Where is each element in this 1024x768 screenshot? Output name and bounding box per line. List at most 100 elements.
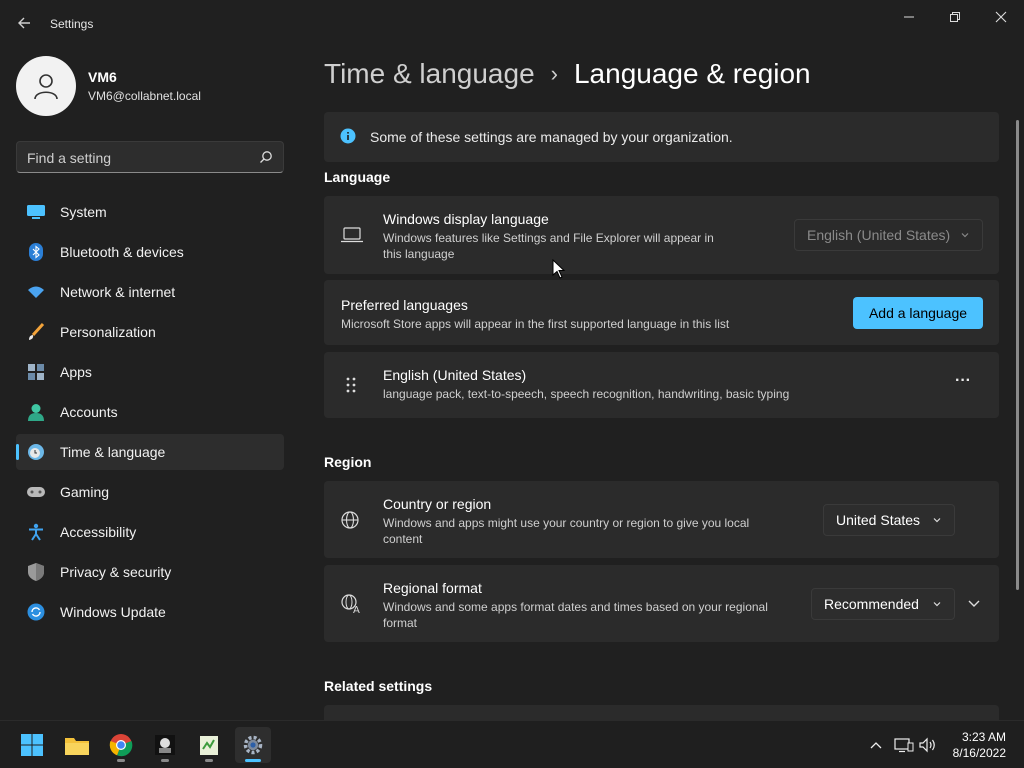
- regional-format-subtitle: Windows and some apps format dates and t…: [383, 600, 768, 630]
- app-icon: [155, 735, 175, 755]
- chevron-right-icon: ›: [550, 61, 558, 86]
- language-list-item[interactable]: English (United States) language pack, t…: [324, 352, 999, 418]
- breadcrumb-parent-link[interactable]: Time & language: [324, 58, 535, 90]
- running-indicator: [117, 759, 125, 762]
- update-icon: [26, 602, 46, 622]
- laptop-icon: [341, 227, 363, 243]
- display-language-subtitle: Windows features like Settings and File …: [383, 231, 714, 261]
- display-language-value: English (United States): [807, 227, 951, 243]
- display-language-dropdown[interactable]: English (United States): [794, 219, 983, 251]
- close-button[interactable]: [978, 6, 1024, 28]
- back-button[interactable]: [14, 12, 36, 34]
- network-status-button[interactable]: [894, 735, 914, 755]
- sidebar-item-label: Network & internet: [60, 284, 176, 300]
- sidebar-item-accessibility[interactable]: Accessibility: [16, 514, 284, 550]
- search-input[interactable]: Find a setting: [16, 141, 284, 173]
- bluetooth-icon: [26, 242, 46, 262]
- restore-button[interactable]: [932, 6, 978, 28]
- regional-format-card[interactable]: A Regional format Windows and some apps …: [324, 565, 999, 642]
- page-title: Language & region: [573, 58, 811, 89]
- chevron-up-icon: [870, 742, 882, 749]
- chevron-down-icon: [933, 602, 941, 607]
- language-entry-title: English (United States): [383, 367, 527, 383]
- section-title-related: Related settings: [324, 678, 433, 694]
- svg-text:A: A: [353, 605, 360, 614]
- country-region-dropdown[interactable]: United States: [823, 504, 955, 536]
- system-clock[interactable]: 3:23 AM 8/16/2022: [953, 729, 1006, 761]
- running-indicator: [205, 759, 213, 762]
- wifi-icon: [26, 282, 46, 302]
- gear-icon: [243, 735, 263, 755]
- add-language-button[interactable]: Add a language: [853, 297, 983, 329]
- shield-icon: [26, 562, 46, 582]
- taskbar-file-explorer[interactable]: [59, 727, 95, 763]
- taskbar-app-5[interactable]: [191, 727, 227, 763]
- section-title-region: Region: [324, 454, 372, 470]
- active-indicator: [245, 759, 261, 762]
- regional-format-dropdown[interactable]: Recommended: [811, 588, 955, 620]
- globe-icon: [341, 511, 359, 529]
- drag-handle-icon[interactable]: [346, 377, 356, 393]
- sidebar-item-label: Gaming: [60, 484, 110, 500]
- user-profile[interactable]: VM6 VM6@collabnet.local: [16, 56, 201, 116]
- minimize-icon: [904, 16, 914, 18]
- clock-globe-icon: [26, 442, 46, 462]
- avatar: [16, 56, 76, 116]
- back-arrow-icon: [18, 17, 30, 29]
- brush-icon: [26, 322, 46, 342]
- sidebar-item-label: Accounts: [60, 404, 118, 420]
- title-bar: Settings: [0, 0, 1024, 48]
- sidebar-item-label: Bluetooth & devices: [60, 244, 184, 260]
- chrome-icon: [109, 734, 133, 757]
- sidebar-item-accounts[interactable]: Accounts: [16, 394, 284, 430]
- sidebar-item-label: Apps: [60, 364, 92, 380]
- sidebar-item-label: Personalization: [60, 324, 156, 340]
- display-language-title: Windows display language: [383, 211, 549, 227]
- taskbar-app-4[interactable]: [147, 727, 183, 763]
- regional-format-title: Regional format: [383, 580, 482, 596]
- show-hidden-icons-button[interactable]: [866, 735, 886, 755]
- sidebar-item-label: Privacy & security: [60, 564, 172, 580]
- notepad-icon: [200, 736, 218, 755]
- start-button[interactable]: [14, 727, 50, 763]
- sidebar-item-windows-update[interactable]: Windows Update: [16, 594, 284, 630]
- mouse-cursor-icon: [552, 259, 566, 279]
- more-options-button[interactable]: ···: [946, 372, 980, 396]
- profile-email: VM6@collabnet.local: [88, 89, 201, 103]
- restore-icon: [950, 12, 960, 22]
- sidebar-item-system[interactable]: System: [16, 194, 284, 230]
- system-icon: [26, 202, 46, 222]
- sidebar-item-privacy[interactable]: Privacy & security: [16, 554, 284, 590]
- taskbar-chrome[interactable]: [103, 727, 139, 763]
- country-region-subtitle: Windows and apps might use your country …: [383, 516, 750, 546]
- sidebar-item-gaming[interactable]: Gaming: [16, 474, 284, 510]
- sidebar-item-time-language[interactable]: Time & language: [16, 434, 284, 470]
- minimize-button[interactable]: [886, 6, 932, 28]
- sidebar-item-label: Accessibility: [60, 524, 137, 540]
- sidebar-item-network[interactable]: Network & internet: [16, 274, 284, 310]
- preferred-languages-card: Preferred languages Microsoft Store apps…: [324, 280, 999, 345]
- notice-text: Some of these settings are managed by yo…: [370, 129, 733, 145]
- person-icon: [34, 74, 58, 100]
- display-language-card: Windows display language Windows feature…: [324, 196, 999, 274]
- language-entry-subtitle: language pack, text-to-speech, speech re…: [383, 387, 790, 401]
- sidebar-item-apps[interactable]: Apps: [16, 354, 284, 390]
- sidebar-item-personalization[interactable]: Personalization: [16, 314, 284, 350]
- expand-chevron-icon[interactable]: [967, 598, 981, 610]
- sidebar-item-label: System: [60, 204, 107, 220]
- apps-icon: [26, 362, 46, 382]
- volume-button[interactable]: [918, 735, 938, 755]
- sidebar-item-label: Time & language: [60, 444, 166, 460]
- taskbar-settings[interactable]: [235, 727, 271, 763]
- app-title: Settings: [50, 17, 94, 31]
- clock-time: 3:23 AM: [961, 730, 1006, 744]
- sidebar-item-bluetooth[interactable]: Bluetooth & devices: [16, 234, 284, 270]
- gamepad-icon: [26, 482, 46, 502]
- regional-format-value: Recommended: [824, 596, 919, 612]
- search-icon: [260, 151, 272, 163]
- network-icon: [894, 738, 914, 753]
- country-region-card: Country or region Windows and apps might…: [324, 481, 999, 558]
- scrollbar[interactable]: [1016, 120, 1019, 590]
- profile-name: VM6: [88, 69, 117, 85]
- info-icon: [340, 128, 356, 144]
